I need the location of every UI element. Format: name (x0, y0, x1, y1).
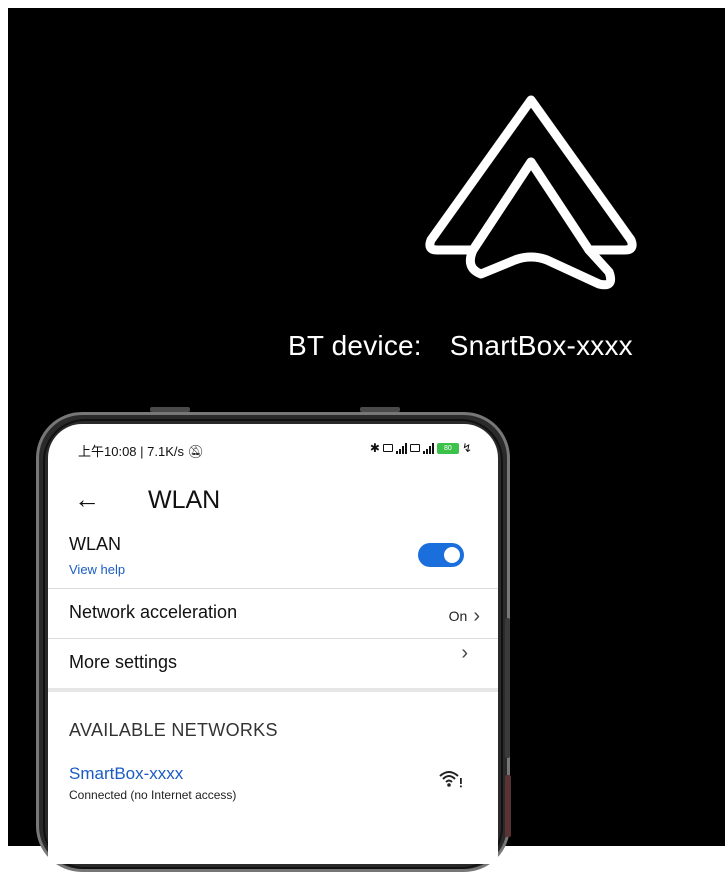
divider (48, 638, 498, 639)
setting-label: More settings (69, 652, 178, 672)
network-item[interactable]: SmartBox-xxxx Connected (no Internet acc… (48, 760, 498, 808)
sim-icon (382, 444, 393, 452)
divider (48, 588, 498, 589)
wlan-toggle[interactable] (418, 543, 464, 567)
sim-icon (409, 444, 420, 452)
signal-icon (422, 442, 434, 454)
signal-icon (395, 442, 407, 454)
wlan-label: WLAN (69, 534, 122, 554)
back-arrow-icon[interactable]: ← (74, 484, 100, 515)
network-name: SmartBox-xxxx (69, 764, 184, 783)
bt-device-caption: BT device: SnartBox-xxxx (288, 330, 633, 362)
bt-device-name: SnartBox-xxxx (449, 330, 633, 361)
chevron-right-icon: › (461, 642, 468, 664)
setting-network-acceleration[interactable]: Network acceleration On › (48, 590, 498, 634)
wlan-toggle-row[interactable]: WLAN View help (48, 532, 498, 588)
view-help-link[interactable]: View help (69, 562, 125, 577)
wifi-no-internet-icon (439, 771, 462, 788)
header: ← WLAN (48, 482, 498, 522)
available-networks-heading: AVAILABLE NETWORKS (69, 720, 278, 740)
setting-label: Network acceleration (69, 602, 238, 622)
status-bar: 上午10:08 | 7.1K/s 🔕︎ ✱ 80 ↯ (48, 438, 498, 459)
section-separator (48, 688, 498, 692)
bt-device-label: BT device: (288, 330, 422, 361)
page-title: WLAN (148, 486, 221, 514)
setting-value: On › (448, 605, 480, 627)
phone-power-button (505, 775, 511, 837)
toggle-knob (444, 547, 460, 563)
phone-side-button (505, 618, 510, 758)
charging-icon: ↯ (461, 441, 472, 455)
status-icons: ✱ 80 ↯ (370, 441, 472, 455)
bluetooth-icon: ✱ (369, 441, 380, 455)
android-auto-logo (425, 95, 637, 290)
chevron-right-icon: › (473, 605, 480, 627)
status-time-speed: 上午10:08 | 7.1K/s (78, 444, 184, 459)
mute-icon: 🔕︎ (187, 444, 205, 459)
phone-screen: 上午10:08 | 7.1K/s 🔕︎ ✱ 80 ↯ ← WLAN WLAN V… (48, 424, 498, 864)
network-status: Connected (no Internet access) (69, 788, 237, 802)
setting-more-settings[interactable]: More settings › (48, 640, 498, 684)
battery-icon: 80 (436, 442, 459, 454)
